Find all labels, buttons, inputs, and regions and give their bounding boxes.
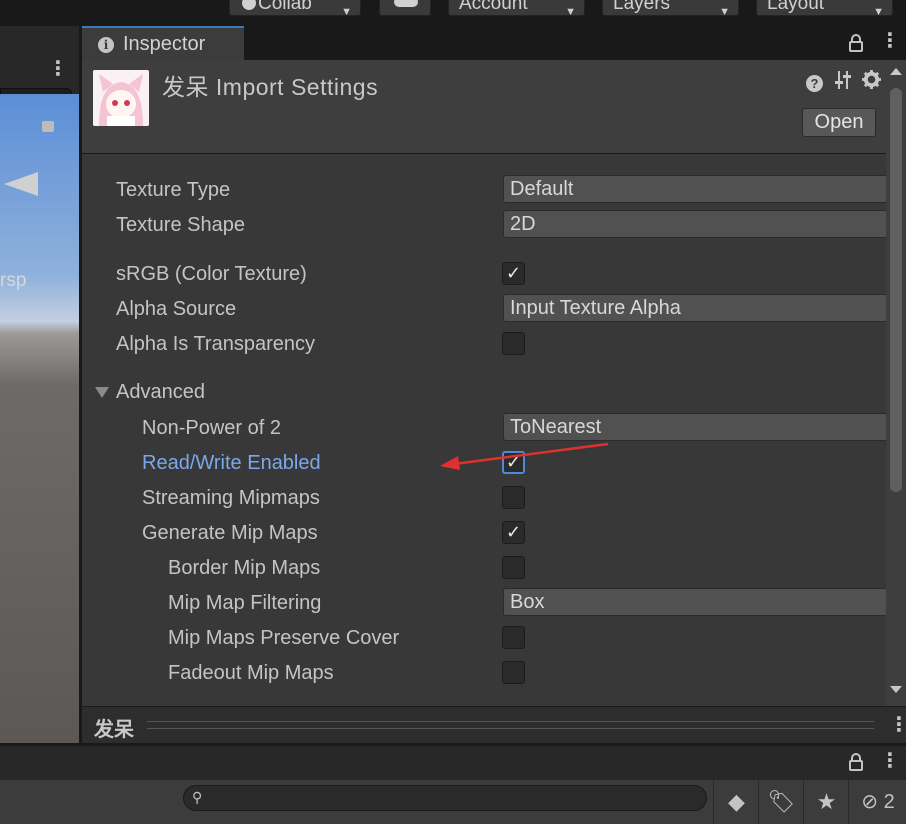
mip-maps-preserve-coverage-label: Mip Maps Preserve Cover	[168, 627, 400, 649]
tab-inspector[interactable]: i Inspector	[82, 26, 244, 60]
generate-mip-maps-checkbox[interactable]: ✓	[502, 521, 525, 544]
import-settings-header: 发呆 Import Settings ? Open	[82, 60, 886, 154]
fadeout-mip-maps-label: Fadeout Mip Maps	[168, 662, 334, 684]
filter-by-label-button[interactable]: 🏷︎	[758, 780, 804, 824]
cloud-icon	[394, 0, 418, 7]
alpha-source-dropdown[interactable]: Input Texture Alpha	[503, 294, 886, 322]
kebab-menu-icon[interactable]: ⋮	[880, 31, 900, 51]
main-toolbar: Collab ▼ Account ▼ Layers ▼ Layout ▼	[0, 0, 906, 24]
eye-hidden-icon: ⊘	[861, 791, 879, 813]
fadeout-mip-maps-checkbox[interactable]	[502, 661, 525, 684]
scene-lock-icon[interactable]	[42, 121, 54, 132]
chevron-down-icon: ▼	[341, 6, 352, 18]
mip-map-filtering-label: Mip Map Filtering	[168, 592, 322, 614]
hidden-packages-button[interactable]: ⊘ 2	[848, 780, 906, 824]
scroll-thumb[interactable]	[890, 88, 902, 492]
project-tabbar: ⋮	[0, 746, 906, 778]
star-icon: ★	[816, 789, 837, 814]
hidden-count: 2	[883, 791, 895, 813]
project-panel: ⋮ ⚲ ◆ 🏷︎ ★ ⊘ 2	[0, 743, 906, 824]
chevron-down-icon: ▼	[565, 6, 576, 18]
gear-icon[interactable]	[862, 70, 881, 95]
preset-sliders-icon[interactable]	[834, 70, 852, 96]
kebab-menu-icon[interactable]: ⋮	[48, 59, 68, 79]
mip-map-filtering-value: Box	[510, 591, 545, 613]
favorites-button[interactable]: ★	[803, 780, 849, 824]
non-power-of-2-dropdown[interactable]: ToNearest	[503, 413, 886, 441]
annotation-arrow	[440, 442, 609, 470]
inspector-tab-label: Inspector	[123, 33, 206, 55]
alpha-source-value: Input Texture Alpha	[510, 297, 681, 319]
cloud-button[interactable]	[379, 0, 431, 16]
texture-shape-value: 2D	[510, 213, 536, 235]
streaming-mipmaps-checkbox[interactable]	[502, 486, 525, 509]
lock-icon[interactable]	[849, 34, 863, 57]
texture-thumbnail	[93, 70, 149, 126]
scroll-down-icon[interactable]	[890, 686, 902, 693]
layers-label: Layers	[613, 0, 671, 14]
chevron-down-icon: ▼	[719, 6, 730, 18]
resize-grip[interactable]	[147, 721, 874, 729]
open-button[interactable]: Open	[802, 108, 876, 137]
border-mip-maps-checkbox[interactable]	[502, 556, 525, 579]
texture-type-dropdown[interactable]: Default	[503, 175, 886, 203]
advanced-foldout-label[interactable]: Advanced	[116, 381, 205, 404]
preview-title: 发呆	[94, 719, 134, 741]
texture-type-value: Default	[510, 178, 574, 200]
streaming-mipmaps-label: Streaming Mipmaps	[142, 487, 320, 509]
gizmo-cone-icon[interactable]	[4, 172, 38, 196]
projection-label[interactable]: rsp	[0, 270, 26, 292]
texture-shape-label: Texture Shape	[116, 214, 245, 236]
kebab-menu-icon[interactable]: ⋮	[880, 751, 900, 771]
srgb-label: sRGB (Color Texture)	[116, 263, 307, 285]
alpha-is-transparency-label: Alpha Is Transparency	[116, 333, 315, 355]
generate-mip-maps-label: Generate Mip Maps	[142, 522, 318, 544]
collab-label: Collab	[258, 0, 312, 14]
alpha-is-transparency-checkbox[interactable]	[502, 332, 525, 355]
collab-button[interactable]: Collab ▼	[229, 0, 361, 18]
account-dropdown[interactable]: Account ▼	[448, 0, 585, 18]
mip-maps-preserve-coverage-checkbox[interactable]	[502, 626, 525, 649]
inspector-scrollbar[interactable]	[886, 60, 906, 706]
filter-by-type-button[interactable]: ◆	[713, 780, 759, 824]
scene-view[interactable]: rsp	[0, 94, 79, 743]
shapes-icon: ◆	[728, 789, 745, 814]
help-icon[interactable]: ?	[806, 72, 823, 94]
account-label: Account	[459, 0, 528, 14]
search-input[interactable]: ⚲	[183, 785, 707, 811]
layout-dropdown[interactable]: Layout ▼	[756, 0, 893, 18]
project-search-row: ⚲ ◆ 🏷︎ ★ ⊘ 2	[0, 780, 906, 824]
layers-dropdown[interactable]: Layers ▼	[602, 0, 739, 18]
scroll-up-icon[interactable]	[890, 68, 902, 75]
border-mip-maps-label: Border Mip Maps	[168, 557, 321, 579]
non-power-of-2-value: ToNearest	[510, 416, 602, 438]
import-settings-body: Texture Type Default Texture Shape 2D sR…	[82, 154, 886, 706]
non-power-of-2-label: Non-Power of 2	[142, 417, 281, 439]
srgb-checkbox[interactable]: ✓	[502, 262, 525, 285]
import-settings-title: 发呆 Import Settings	[162, 74, 379, 100]
read-write-enabled-label: Read/Write Enabled	[142, 452, 321, 474]
tag-icon: 🏷︎	[767, 789, 796, 814]
info-icon: i	[98, 37, 114, 53]
foldout-triangle-icon[interactable]	[95, 387, 109, 398]
alpha-source-label: Alpha Source	[116, 298, 237, 320]
collab-icon	[242, 0, 256, 10]
kebab-menu-icon[interactable]: ⋮	[889, 715, 906, 735]
layout-label: Layout	[767, 0, 825, 14]
mip-map-filtering-dropdown[interactable]: Box	[503, 588, 886, 616]
lock-icon[interactable]	[849, 753, 863, 776]
texture-type-label: Texture Type	[116, 179, 231, 201]
texture-shape-dropdown[interactable]: 2D	[503, 210, 886, 238]
preview-header[interactable]: 发呆 ⋮	[82, 706, 906, 743]
search-icon: ⚲	[192, 789, 203, 805]
chevron-down-icon: ▼	[873, 6, 884, 18]
